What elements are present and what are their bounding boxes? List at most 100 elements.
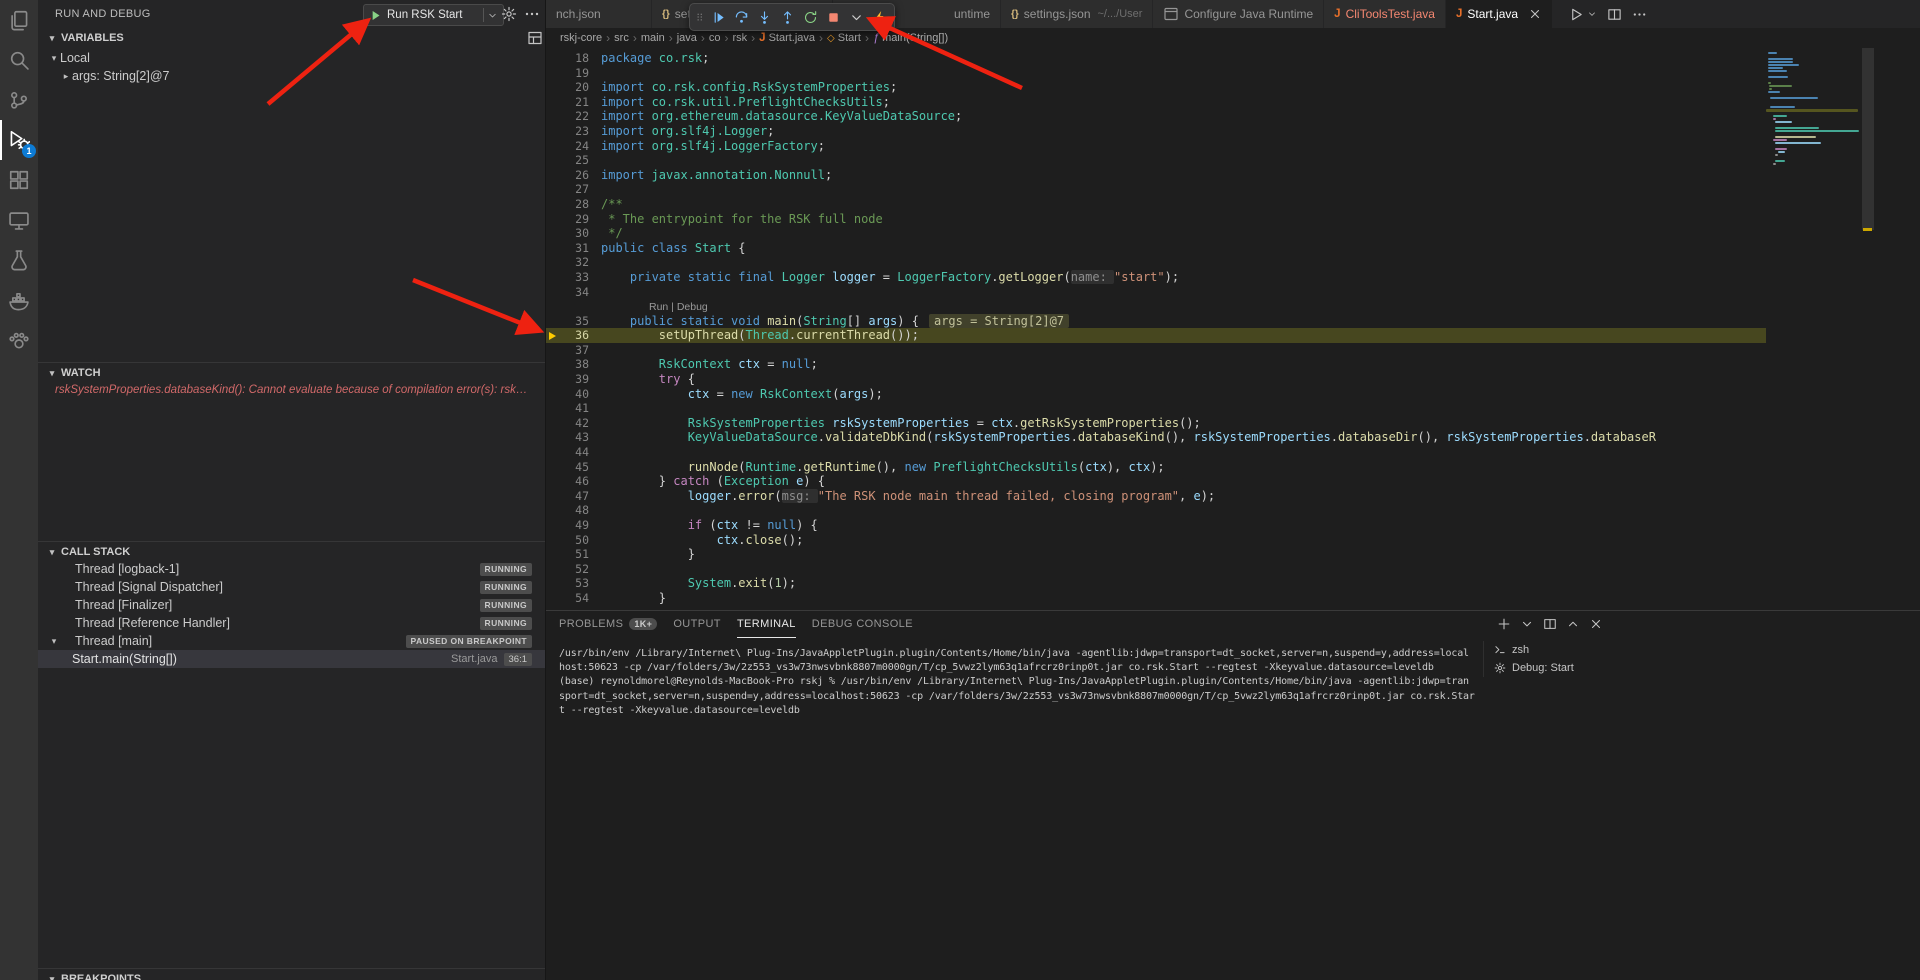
tab-settings-json[interactable]: {}settings.json~/.../User — [1001, 0, 1153, 28]
close-icon[interactable] — [1528, 7, 1542, 21]
line-number[interactable]: 53 — [558, 576, 589, 591]
breadcrumb-item[interactable]: src — [614, 32, 629, 44]
hot-code-replace-icon[interactable] — [869, 7, 889, 27]
codelens-row[interactable]: Run | Debug — [546, 299, 1766, 314]
line-number[interactable]: 54 — [558, 591, 589, 606]
code-line-20[interactable]: 20import co.rsk.config.RskSystemProperti… — [546, 80, 1766, 95]
line-number[interactable]: 44 — [558, 445, 589, 460]
code-line-42[interactable]: 42 RskSystemProperties rskSystemProperti… — [546, 416, 1766, 431]
line-number[interactable]: 20 — [558, 80, 589, 95]
line-number[interactable]: 28 — [558, 197, 589, 212]
code-line-23[interactable]: 23import org.slf4j.Logger; — [546, 124, 1766, 139]
line-number[interactable]: 24 — [558, 139, 589, 154]
codelens-run-debug[interactable]: Run | Debug — [649, 301, 708, 313]
code-line-35[interactable]: 35 public static void main(String[] args… — [546, 314, 1766, 329]
step-into-icon[interactable] — [754, 7, 774, 27]
chevron-up-icon[interactable] — [1566, 617, 1580, 631]
activitybar-run-and-debug[interactable]: 1 — [0, 120, 38, 160]
code-line-50[interactable]: 50 ctx.close(); — [546, 533, 1766, 548]
line-number[interactable]: 23 — [558, 124, 589, 139]
watch-section-header[interactable]: ▾ WATCH — [38, 362, 545, 383]
line-number[interactable]: 37 — [558, 343, 589, 358]
panel-layout-icon[interactable] — [527, 30, 543, 46]
code-line-29[interactable]: 29 * The entrypoint for the RSK full nod… — [546, 212, 1766, 227]
code-line-27[interactable]: 27 — [546, 182, 1766, 197]
line-number[interactable]: 39 — [558, 372, 589, 387]
breakpoints-section-header[interactable]: ▾ BREAKPOINTS — [38, 968, 545, 980]
activitybar-search[interactable] — [0, 40, 38, 80]
code-line-52[interactable]: 52 — [546, 562, 1766, 577]
line-number[interactable]: 45 — [558, 460, 589, 475]
stop-icon[interactable] — [823, 7, 843, 27]
code-line-44[interactable]: 44 — [546, 445, 1766, 460]
code-line-38[interactable]: 38 RskContext ctx = null; — [546, 357, 1766, 372]
call-stack-frame[interactable]: Start.main(String[])Start.java36:1 — [38, 650, 545, 668]
split-editor-icon[interactable] — [1607, 7, 1622, 22]
minimap[interactable] — [1766, 48, 1858, 610]
panel-tab-problems[interactable]: PROBLEMS1K+ — [559, 611, 657, 638]
launch-config-dropdown[interactable]: Run RSK Start — [363, 4, 504, 26]
code-line-41[interactable]: 41 — [546, 401, 1766, 416]
tab-configure-java-runtime[interactable]: Configure Java Runtime — [1153, 0, 1324, 28]
line-number[interactable]: 34 — [558, 285, 589, 300]
line-number[interactable]: 36 — [558, 328, 589, 343]
line-number[interactable]: 19 — [558, 66, 589, 81]
more-actions-icon[interactable] — [524, 6, 540, 22]
code-line-53[interactable]: 53 System.exit(1); — [546, 576, 1766, 591]
line-number[interactable]: 42 — [558, 416, 589, 431]
line-number[interactable]: 38 — [558, 357, 589, 372]
code-line-28[interactable]: 28/** — [546, 197, 1766, 212]
variables-scope-local[interactable]: ▾ Local — [38, 49, 545, 67]
code-line-48[interactable]: 48 — [546, 503, 1766, 518]
code-line-51[interactable]: 51 } — [546, 547, 1766, 562]
line-number[interactable]: 22 — [558, 109, 589, 124]
line-number[interactable]: 48 — [558, 503, 589, 518]
line-number[interactable]: 21 — [558, 95, 589, 110]
code-line-33[interactable]: 33 private static final Logger logger = … — [546, 270, 1766, 285]
code-line-19[interactable]: 19 — [546, 66, 1766, 81]
code-line-34[interactable]: 34 — [546, 285, 1766, 300]
code-line-40[interactable]: 40 ctx = new RskContext(args); — [546, 387, 1766, 402]
line-number[interactable]: 25 — [558, 153, 589, 168]
panel-tab-output[interactable]: OUTPUT — [673, 611, 721, 638]
code-line-24[interactable]: 24import org.slf4j.LoggerFactory; — [546, 139, 1766, 154]
line-number[interactable]: 33 — [558, 270, 589, 285]
call-stack-thread[interactable]: Thread [Finalizer]RUNNING — [38, 596, 545, 614]
code-line-37[interactable]: 37 — [546, 343, 1766, 358]
tab-start-java[interactable]: JStart.java — [1446, 0, 1553, 28]
code-line-49[interactable]: 49 if (ctx != null) { — [546, 518, 1766, 533]
line-number[interactable]: 51 — [558, 547, 589, 562]
variables-section-header[interactable]: ▾ VARIABLES — [38, 28, 545, 48]
line-number[interactable]: 41 — [558, 401, 589, 416]
activitybar-extensions[interactable] — [0, 160, 38, 200]
code-line-45[interactable]: 45 runNode(Runtime.getRuntime(), new Pre… — [546, 460, 1766, 475]
code-line-46[interactable]: 46 } catch (Exception e) { — [546, 474, 1766, 489]
code-editor[interactable]: 18package co.rsk;1920import co.rsk.confi… — [546, 48, 1920, 610]
more-icon[interactable] — [1632, 7, 1647, 22]
play-icon[interactable] — [369, 9, 382, 22]
activitybar-pets-extension[interactable] — [0, 320, 38, 360]
breadcrumb-item[interactable]: rskj-core — [560, 32, 602, 44]
activitybar-docker[interactable] — [0, 280, 38, 320]
breadcrumb-item[interactable]: ƒmain(String[]) — [873, 32, 948, 44]
split-icon[interactable] — [1543, 617, 1557, 631]
tab-nch-json[interactable]: nch.json — [546, 0, 652, 28]
editor-scrollbar[interactable] — [1861, 48, 1875, 610]
watch-expression[interactable]: rskSystemProperties.databaseKind(): Cann… — [38, 381, 545, 399]
scrollbar-slider[interactable] — [1862, 48, 1874, 230]
code-line-18[interactable]: 18package co.rsk; — [546, 51, 1766, 66]
code-line-31[interactable]: 31public class Start { — [546, 241, 1766, 256]
breadcrumb-item[interactable]: rsk — [733, 32, 748, 44]
code-line-43[interactable]: 43 KeyValueDataSource.validateDbKind(rsk… — [546, 430, 1766, 445]
code-line-26[interactable]: 26import javax.annotation.Nonnull; — [546, 168, 1766, 183]
panel-tab-terminal[interactable]: TERMINAL — [737, 611, 796, 638]
line-number[interactable]: 35 — [558, 314, 589, 329]
panel-tab-debug-console[interactable]: DEBUG CONSOLE — [812, 611, 913, 638]
breadcrumb-item[interactable]: main — [641, 32, 665, 44]
activitybar-source-control[interactable] — [0, 80, 38, 120]
drag-handle-icon[interactable] — [695, 9, 705, 25]
step-out-icon[interactable] — [777, 7, 797, 27]
line-number[interactable]: 30 — [558, 226, 589, 241]
line-number[interactable]: 27 — [558, 182, 589, 197]
run-icon[interactable] — [1569, 7, 1584, 22]
